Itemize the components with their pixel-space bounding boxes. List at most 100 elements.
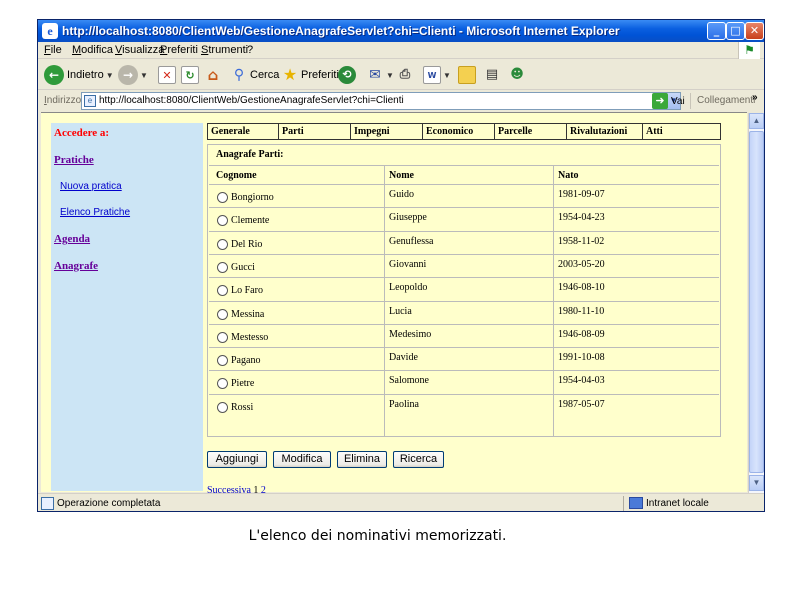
cell-nome: Davide: [389, 352, 418, 364]
title-bar: e http://localhost:8080/ClientWeb/Gestio…: [38, 20, 764, 42]
menu-strumenti[interactable]: Strumenti: [201, 44, 248, 56]
vertical-scrollbar[interactable]: ▲ ▼: [748, 113, 764, 493]
table-row[interactable]: Mestesso Medesimo 1946-08-09: [209, 323, 719, 347]
research-button[interactable]: ▤: [483, 64, 501, 86]
word-edit-icon: W: [423, 66, 441, 84]
add-button[interactable]: Aggiungi: [207, 451, 267, 468]
security-zone-text: Intranet locale: [646, 498, 709, 509]
row-select-radio[interactable]: [217, 308, 228, 320]
favorites-button[interactable]: ★ Preferiti: [281, 64, 339, 86]
toolbar: ← Indietro ▼ → ▼ ✕ ↻ ⌂ ⚲ Cerca ★ Preferi…: [38, 60, 764, 90]
scroll-thumb[interactable]: [749, 131, 764, 473]
cell-cognome: Del Rio: [231, 238, 263, 250]
divider: [422, 124, 423, 139]
menu-file[interactable]: File: [44, 44, 62, 56]
links-chevron-icon[interactable]: »: [752, 92, 758, 103]
column-header-nome: Nome: [389, 170, 414, 181]
edit-button[interactable]: W ▼: [423, 64, 451, 86]
row-select-radio[interactable]: [217, 378, 228, 390]
cell-cognome: Gucci: [231, 261, 255, 273]
maximize-button[interactable]: □: [726, 22, 745, 40]
windows-flag-icon: ⚑: [738, 42, 760, 59]
mail-icon: ✉: [369, 67, 381, 83]
table-row[interactable]: Clemente Giuseppe 1954-04-23: [209, 207, 719, 230]
tab-economico[interactable]: Economico: [426, 126, 473, 137]
home-icon: ⌂: [207, 66, 219, 84]
go-button[interactable]: ➜ Vai: [652, 93, 685, 109]
row-select-radio[interactable]: [217, 285, 228, 297]
row-select-radio[interactable]: [217, 331, 228, 343]
cell-cognome: Bongiorno: [231, 192, 274, 203]
table-row[interactable]: Rossi Paolina 1987-05-07: [209, 393, 719, 417]
row-select-radio[interactable]: [217, 192, 228, 203]
delete-button[interactable]: Elimina: [337, 451, 387, 468]
tab-atti[interactable]: Atti: [646, 126, 663, 137]
messenger-button[interactable]: ☻: [508, 64, 526, 86]
menu-preferiti[interactable]: Preferiti: [160, 44, 198, 56]
window-title: http://localhost:8080/ClientWeb/Gestione…: [62, 24, 620, 38]
print-button[interactable]: ⎙: [396, 64, 414, 86]
edit-record-button[interactable]: Modifica: [273, 451, 331, 468]
sidebar-item-pratiche[interactable]: Pratiche: [54, 154, 94, 166]
discuss-button[interactable]: [458, 64, 476, 86]
sidebar-item-elenco-pratiche[interactable]: Elenco Pratiche: [60, 207, 130, 218]
search-button[interactable]: ⚲ Cerca: [230, 64, 279, 86]
table-row[interactable]: Del Rio Genuflessa 1958-11-02: [209, 230, 719, 254]
home-button[interactable]: ⌂: [204, 64, 222, 86]
history-button[interactable]: ⟲: [338, 64, 356, 86]
tab-generale[interactable]: Generale: [211, 126, 250, 137]
back-label: Indietro: [67, 69, 104, 81]
tab-rivalutazioni[interactable]: Rivalutazioni: [570, 126, 627, 137]
row-select-radio[interactable]: [217, 215, 228, 227]
mail-button[interactable]: ✉ ▼: [366, 64, 394, 86]
sidebar-item-anagrafe[interactable]: Anagrafe: [54, 260, 98, 272]
divider: [494, 124, 495, 139]
tab-impegni[interactable]: Impegni: [354, 126, 390, 137]
menu-modifica[interactable]: Modifica: [72, 44, 113, 56]
stop-icon: ✕: [158, 66, 176, 84]
refresh-button[interactable]: ↻: [181, 64, 199, 86]
table-row[interactable]: Gucci Giovanni 2003-05-20: [209, 253, 719, 277]
back-arrow-icon: ←: [44, 65, 64, 85]
sidebar-item-nuova-pratica[interactable]: Nuova pratica: [60, 181, 122, 192]
divider: [690, 93, 691, 109]
divider: [642, 124, 643, 139]
address-input[interactable]: e http://localhost:8080/ClientWeb/Gestio…: [81, 92, 681, 110]
table-row[interactable]: Pietre Salomone 1954-04-03: [209, 370, 719, 393]
table-row[interactable]: Lo Faro Leopoldo 1946-08-10: [209, 277, 719, 300]
sidebar-item-agenda[interactable]: Agenda: [54, 233, 90, 245]
links-label[interactable]: Collegamenti: [697, 95, 755, 106]
search-label: Cerca: [250, 69, 280, 81]
table-row[interactable]: Messina Lucia 1980-11-10: [209, 300, 719, 324]
table-header: Cognome Nome Nato: [209, 165, 719, 184]
chevron-down-icon: ▼: [443, 70, 451, 80]
figure-caption: L'elenco dei nominativi memorizzati.: [248, 528, 507, 544]
row-select-radio[interactable]: [217, 261, 228, 273]
page-icon: e: [84, 95, 96, 107]
cell-nome: Giuseppe: [389, 212, 427, 224]
cell-nome: Salomone: [389, 375, 429, 387]
minimize-button[interactable]: _: [707, 22, 726, 40]
table-row[interactable]: Pagano Davide 1991-10-08: [209, 347, 719, 370]
menu-visualizza[interactable]: Visualizza: [115, 44, 164, 56]
row-select-radio[interactable]: [217, 401, 228, 413]
table-row[interactable]: Bongiorno Guido 1981-09-07: [209, 184, 719, 207]
back-button[interactable]: ← Indietro ▼: [44, 64, 114, 86]
row-select-radio[interactable]: [217, 238, 228, 250]
tab-parti[interactable]: Parti: [282, 126, 304, 137]
scroll-up-icon[interactable]: ▲: [749, 113, 764, 129]
cell-cognome: Messina: [231, 308, 265, 320]
forward-button[interactable]: → ▼: [118, 64, 148, 86]
scroll-down-icon[interactable]: ▼: [749, 475, 764, 491]
menu-help[interactable]: ?: [247, 44, 253, 56]
search-record-button[interactable]: Ricerca: [393, 451, 444, 468]
refresh-icon: ↻: [181, 66, 199, 84]
row-select-radio[interactable]: [217, 355, 228, 367]
divider: [350, 124, 351, 139]
browser-window: e http://localhost:8080/ClientWeb/Gestio…: [37, 19, 765, 512]
cell-cognome: Rossi: [231, 401, 254, 413]
cell-cognome: Lo Faro: [231, 285, 263, 297]
close-button[interactable]: ✕: [745, 22, 764, 40]
stop-button[interactable]: ✕: [158, 64, 176, 86]
tab-parcelle[interactable]: Parcelle: [498, 126, 532, 137]
